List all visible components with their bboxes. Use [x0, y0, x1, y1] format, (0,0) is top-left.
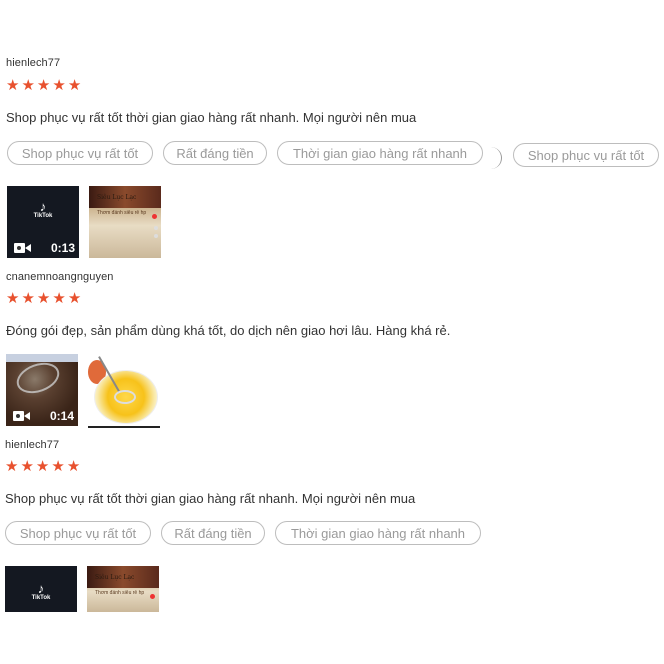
review-comment: Shop phục vụ rất tốt thời gian giao hàng…: [5, 491, 416, 506]
review-username: cnanemnoangnguyen: [6, 271, 114, 283]
star-icon: ★: [67, 77, 82, 94]
review-video-thumbnail[interactable]: 0:14: [6, 354, 78, 426]
photo-caption: Siêu Lục Lạc: [95, 574, 135, 581]
star-icon: ★: [52, 77, 66, 94]
review-comment: Đóng gói đẹp, sản phẩm dùng khá tốt, do …: [6, 323, 451, 338]
review-tag[interactable]: Rất đáng tiền: [163, 141, 267, 165]
photo-caption-sub: Thơm đánh siêu rẻ hp: [97, 210, 147, 216]
tag-scroll-chevron-icon[interactable]: [491, 147, 502, 169]
heart-icon: [150, 594, 155, 599]
star-icon: ★: [67, 290, 82, 307]
review-tag[interactable]: Shop phục vụ rất tốt: [7, 141, 153, 165]
photo-caption-sub: Thơm đánh siêu rẻ hp: [95, 590, 145, 596]
review-tag[interactable]: Thời gian giao hàng rất nhanh: [275, 521, 481, 545]
review-tag[interactable]: Shop phục vụ rất tốt: [513, 143, 659, 167]
star-icon: ★: [66, 458, 81, 475]
review-photo-thumbnail[interactable]: Siêu Lục Lạc Thơm đánh siêu rẻ hp: [87, 566, 159, 612]
star-icon: ★: [36, 290, 51, 307]
heart-icon: [152, 214, 157, 219]
review-rating: ★ ★ ★ ★ ★: [5, 459, 80, 474]
star-icon: ★: [5, 458, 19, 475]
review-username: hienlech77: [6, 57, 61, 69]
tiktok-logo-icon: ♪ TikTok: [33, 199, 53, 219]
video-camera-icon: [13, 411, 30, 421]
star-icon: ★: [36, 77, 51, 94]
tiktok-logo-icon: ♪ TikTok: [31, 581, 51, 601]
star-icon: ★: [35, 458, 50, 475]
star-icon: ★: [20, 458, 34, 475]
review-rating: ★ ★ ★ ★ ★: [6, 291, 81, 306]
review-tag[interactable]: Shop phục vụ rất tốt: [5, 521, 151, 545]
video-duration: 0:14: [49, 409, 74, 423]
review-photo-thumbnail[interactable]: [88, 354, 160, 428]
review-username: hienlech77: [5, 439, 60, 451]
review-video-thumbnail[interactable]: ♪ TikTok 0:13: [7, 186, 79, 258]
review-photo-thumbnail[interactable]: Siêu Lục Lạc Thơm đánh siêu rẻ hp: [89, 186, 161, 258]
video-camera-icon: [14, 243, 31, 253]
review-rating: ★ ★ ★ ★ ★: [6, 78, 81, 93]
star-icon: ★: [21, 77, 35, 94]
star-icon: ★: [6, 77, 20, 94]
review-comment: Shop phục vụ rất tốt thời gian giao hàng…: [6, 110, 417, 125]
review-video-thumbnail[interactable]: ♪ TikTok: [5, 566, 77, 612]
review-tag[interactable]: Thời gian giao hàng rất nhanh: [277, 141, 483, 165]
star-icon: ★: [6, 290, 20, 307]
star-icon: ★: [21, 290, 35, 307]
photo-caption: Siêu Lục Lạc: [97, 194, 137, 201]
review-tag[interactable]: Rất đáng tiền: [161, 521, 265, 545]
video-duration: 0:13: [50, 241, 75, 255]
star-icon: ★: [52, 290, 66, 307]
star-icon: ★: [51, 458, 65, 475]
